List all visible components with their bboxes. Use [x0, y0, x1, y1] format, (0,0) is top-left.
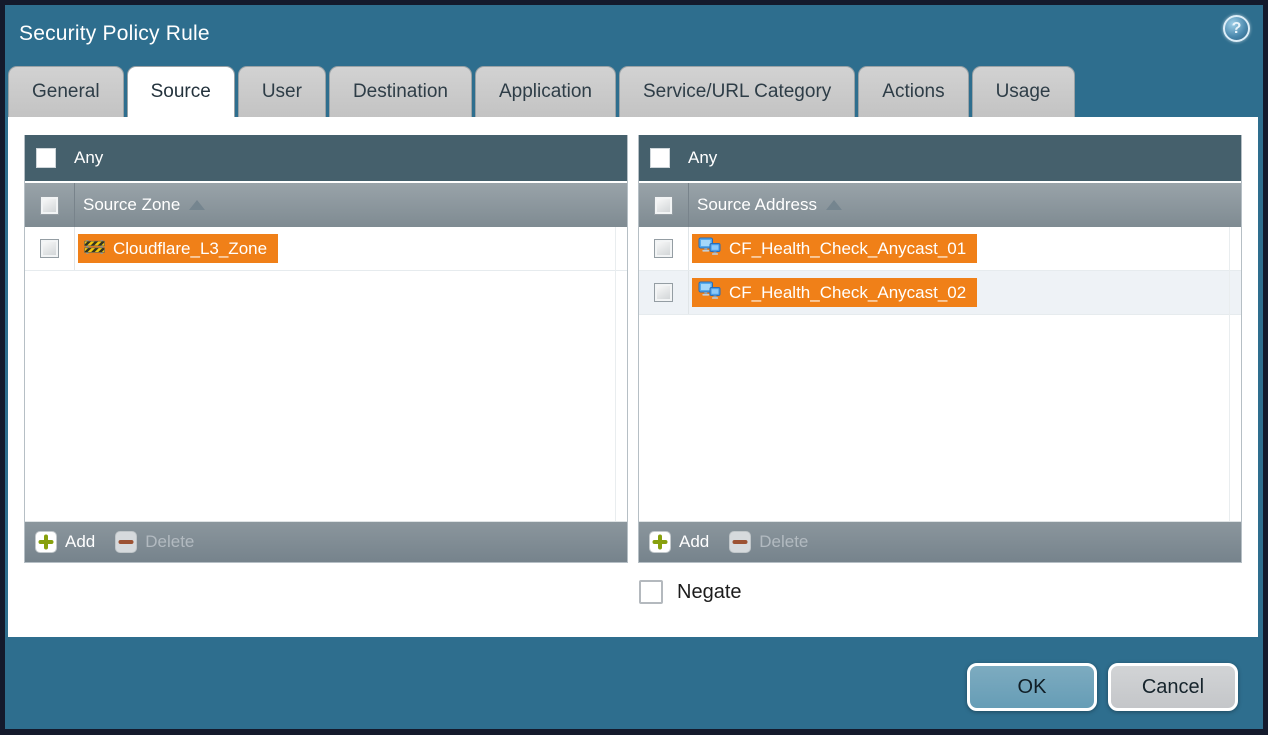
- row-checkbox[interactable]: [654, 283, 673, 302]
- negate-checkbox[interactable]: [639, 580, 663, 604]
- minus-icon: [729, 531, 751, 553]
- source-zone-any-checkbox[interactable]: [36, 148, 56, 168]
- page-title: Security Policy Rule: [19, 22, 210, 46]
- minus-icon: [115, 531, 137, 553]
- tab-user[interactable]: User: [238, 66, 326, 117]
- negate-row: Negate: [639, 580, 1258, 604]
- source-zone-column-header[interactable]: Source Zone: [25, 181, 627, 227]
- source-zone-item[interactable]: Cloudflare_L3_Zone: [78, 234, 278, 263]
- delete-button[interactable]: Delete: [115, 531, 194, 553]
- source-zone-footer: Add Delete: [25, 521, 627, 562]
- ok-button[interactable]: OK: [967, 663, 1097, 711]
- source-address-any-checkbox[interactable]: [650, 148, 670, 168]
- add-button-label: Add: [65, 532, 95, 552]
- tab-source[interactable]: Source: [127, 66, 235, 117]
- source-address-column-header[interactable]: Source Address: [639, 181, 1241, 227]
- add-button[interactable]: Add: [35, 531, 95, 553]
- tab-general[interactable]: General: [8, 66, 124, 117]
- sort-asc-icon: [826, 200, 842, 210]
- source-zone-any-label: Any: [74, 148, 103, 168]
- tab-bar: General Source User Destination Applicat…: [5, 66, 1263, 117]
- address-icon: [698, 281, 721, 305]
- source-zone-any-bar: Any: [25, 135, 627, 181]
- source-address-item-label: CF_Health_Check_Anycast_01: [729, 239, 966, 259]
- tab-application[interactable]: Application: [475, 66, 616, 117]
- table-row: Cloudflare_L3_Zone: [25, 227, 627, 271]
- plus-icon: [35, 531, 57, 553]
- source-address-select-all-checkbox[interactable]: [654, 196, 673, 215]
- add-button[interactable]: Add: [649, 531, 709, 553]
- row-checkbox[interactable]: [40, 239, 59, 258]
- table-row: CF_Health_Check_Anycast_02: [639, 271, 1241, 315]
- zone-icon: [84, 238, 105, 260]
- source-address-panel: Any Source Address: [638, 135, 1242, 563]
- plus-icon: [649, 531, 671, 553]
- source-address-list: CF_Health_Check_Anycast_01: [639, 227, 1241, 521]
- add-button-label: Add: [679, 532, 709, 552]
- dialog-titlebar: Security Policy Rule ?: [5, 5, 1263, 66]
- source-address-item[interactable]: CF_Health_Check_Anycast_02: [692, 278, 977, 307]
- source-address-item-label: CF_Health_Check_Anycast_02: [729, 283, 966, 303]
- source-address-any-bar: Any: [639, 135, 1241, 181]
- address-icon: [698, 237, 721, 261]
- source-zone-column-title: Source Zone: [83, 195, 180, 215]
- delete-button-label: Delete: [145, 532, 194, 552]
- source-address-any-label: Any: [688, 148, 717, 168]
- sort-asc-icon: [189, 200, 205, 210]
- tab-actions[interactable]: Actions: [858, 66, 968, 117]
- dialog-buttons: OK Cancel: [967, 663, 1238, 711]
- row-checkbox[interactable]: [654, 239, 673, 258]
- source-tab-content: Any Source Zone: [8, 117, 1258, 637]
- source-address-footer: Add Delete: [639, 521, 1241, 562]
- tab-usage[interactable]: Usage: [972, 66, 1075, 117]
- security-policy-rule-dialog: Security Policy Rule ? General Source Us…: [5, 5, 1263, 729]
- tab-destination[interactable]: Destination: [329, 66, 472, 117]
- source-zone-select-all-checkbox[interactable]: [40, 196, 59, 215]
- source-zone-panel: Any Source Zone: [24, 135, 628, 563]
- delete-button-label: Delete: [759, 532, 808, 552]
- source-address-column-title: Source Address: [697, 195, 817, 215]
- table-row: CF_Health_Check_Anycast_01: [639, 227, 1241, 271]
- source-zone-item-label: Cloudflare_L3_Zone: [113, 239, 267, 259]
- delete-button[interactable]: Delete: [729, 531, 808, 553]
- cancel-button[interactable]: Cancel: [1108, 663, 1238, 711]
- help-icon[interactable]: ?: [1223, 15, 1250, 42]
- source-zone-list: Cloudflare_L3_Zone: [25, 227, 627, 521]
- tab-service-url-category[interactable]: Service/URL Category: [619, 66, 855, 117]
- negate-label: Negate: [677, 581, 742, 604]
- source-address-item[interactable]: CF_Health_Check_Anycast_01: [692, 234, 977, 263]
